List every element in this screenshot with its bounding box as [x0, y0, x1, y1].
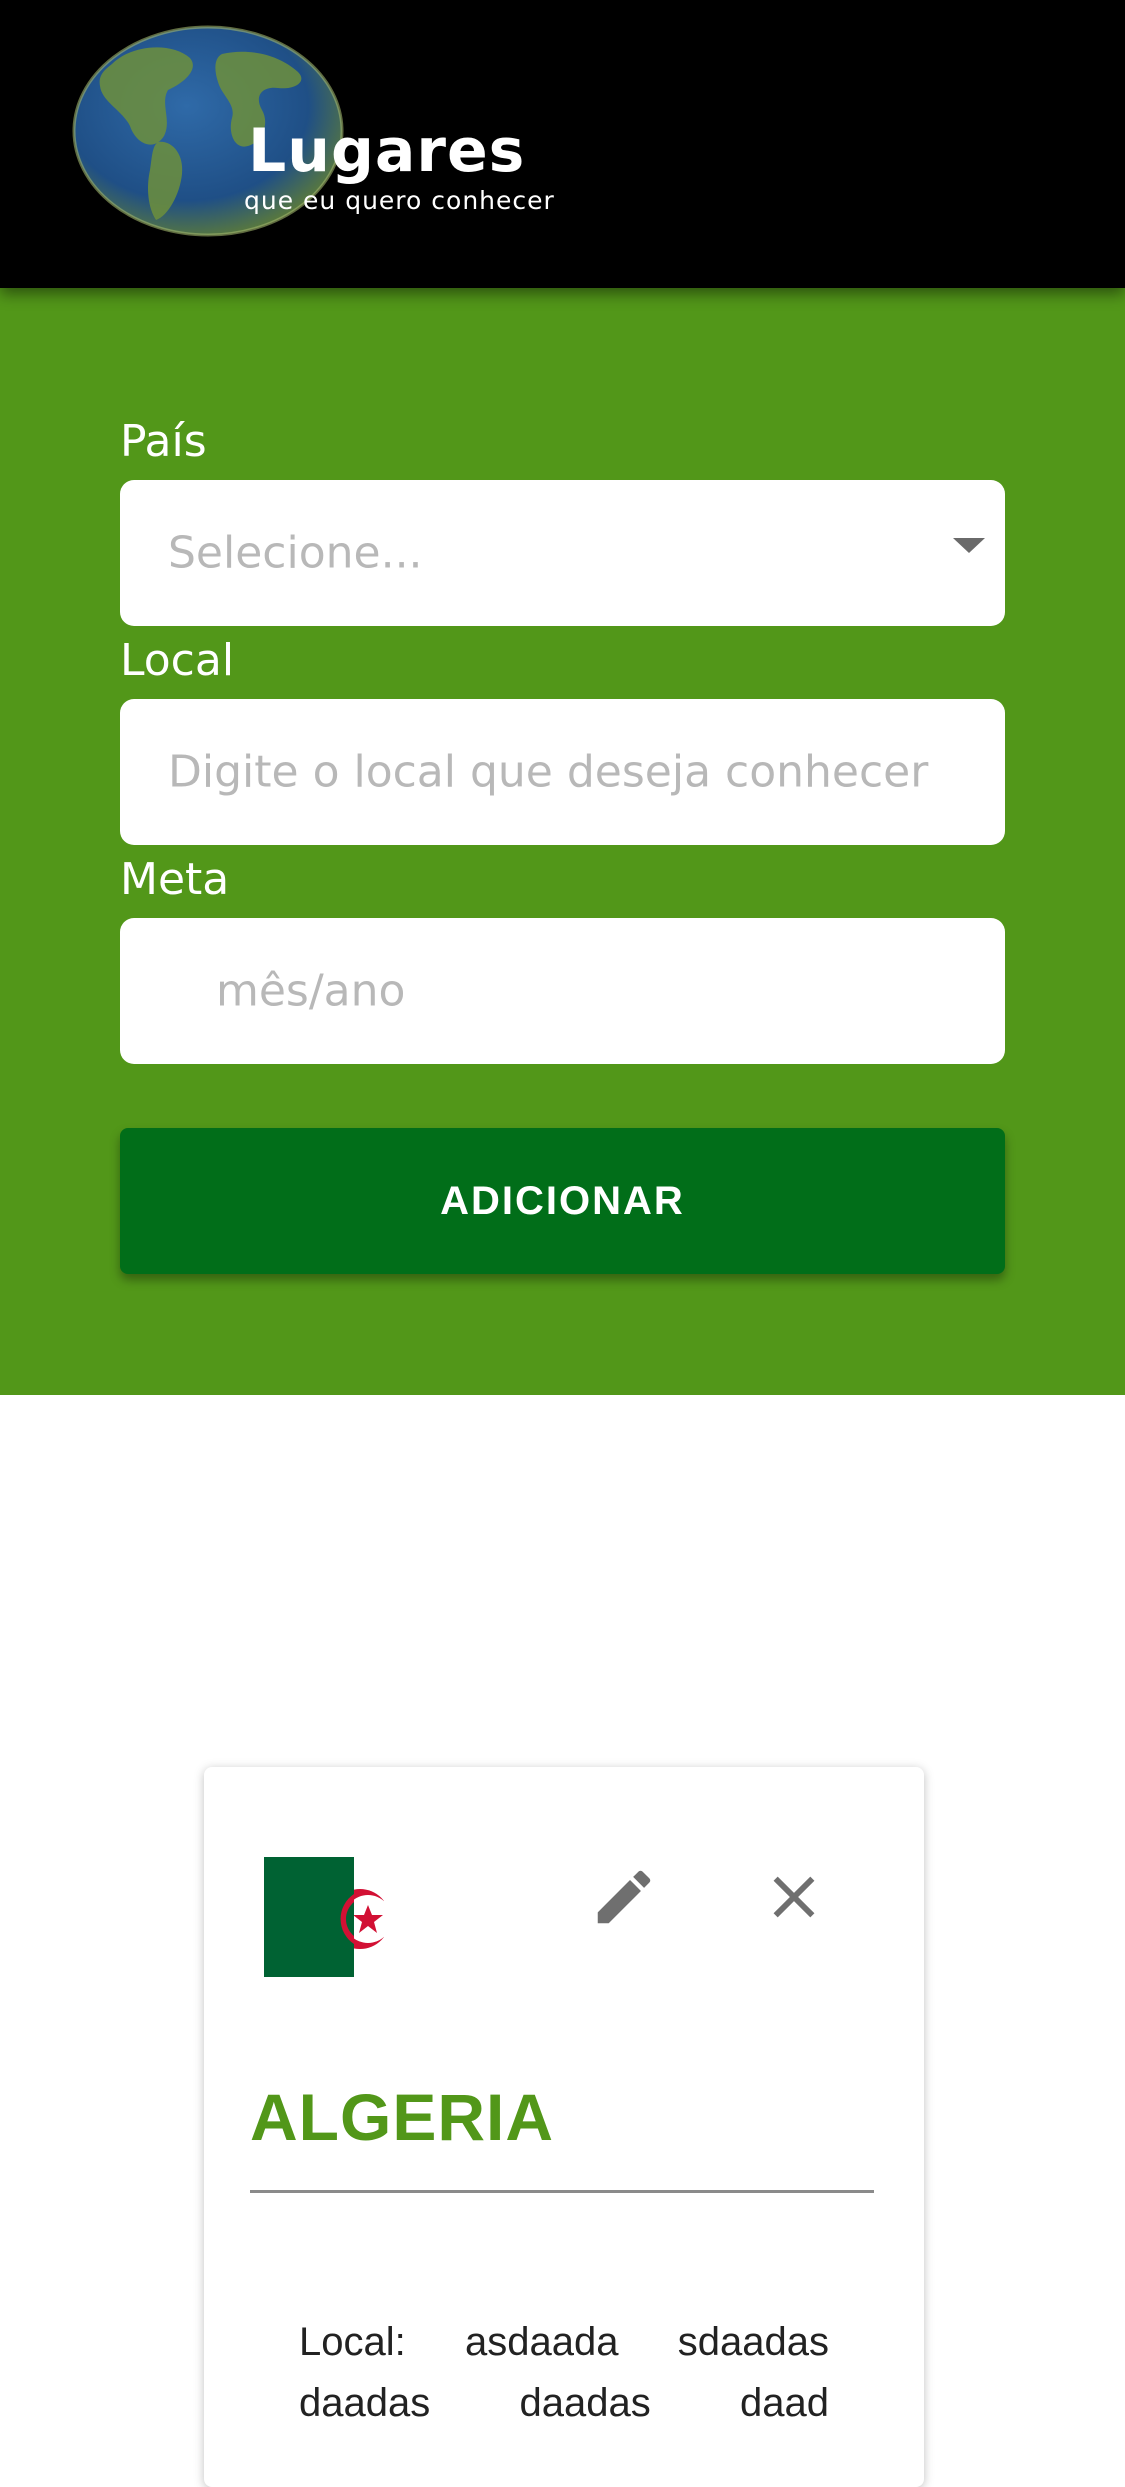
country-label: País — [120, 416, 207, 467]
close-icon[interactable] — [759, 1862, 829, 1932]
local-label: Local — [120, 635, 235, 686]
goal-label: Meta — [120, 854, 230, 905]
country-select-placeholder: Selecione... — [168, 527, 423, 579]
add-place-form: País Selecione... Local Digite o local q… — [0, 288, 1125, 1395]
card-divider — [250, 2190, 874, 2193]
local-input-placeholder: Digite o local que deseja conhecer — [168, 746, 929, 798]
pencil-icon[interactable] — [589, 1862, 659, 1932]
chevron-down-icon — [953, 538, 985, 553]
add-button-label: ADICIONAR — [440, 1178, 685, 1223]
goal-input-placeholder: mês/ano — [216, 965, 406, 1017]
goal-input[interactable]: mês/ano — [120, 918, 1005, 1064]
app-header: Lugares que eu quero conhecer — [0, 0, 1125, 288]
local-input[interactable]: Digite o local que deseja conhecer — [120, 699, 1005, 845]
logo-title: Lugares — [248, 116, 526, 186]
app-logo: Lugares que eu quero conhecer — [72, 24, 632, 244]
country-name: ALGERIA — [250, 2080, 554, 2154]
place-local-text: Local: asdaada sdaadas daadas daadas daa… — [299, 2320, 829, 2425]
logo-subtitle: que eu quero conhecer — [244, 186, 555, 215]
country-select[interactable]: Selecione... — [120, 480, 1005, 626]
add-button[interactable]: ADICIONAR — [120, 1128, 1005, 1274]
place-card: ALGERIA Local: asdaada sdaadas daadas da… — [204, 1767, 924, 2487]
algeria-flag — [264, 1857, 384, 1977]
